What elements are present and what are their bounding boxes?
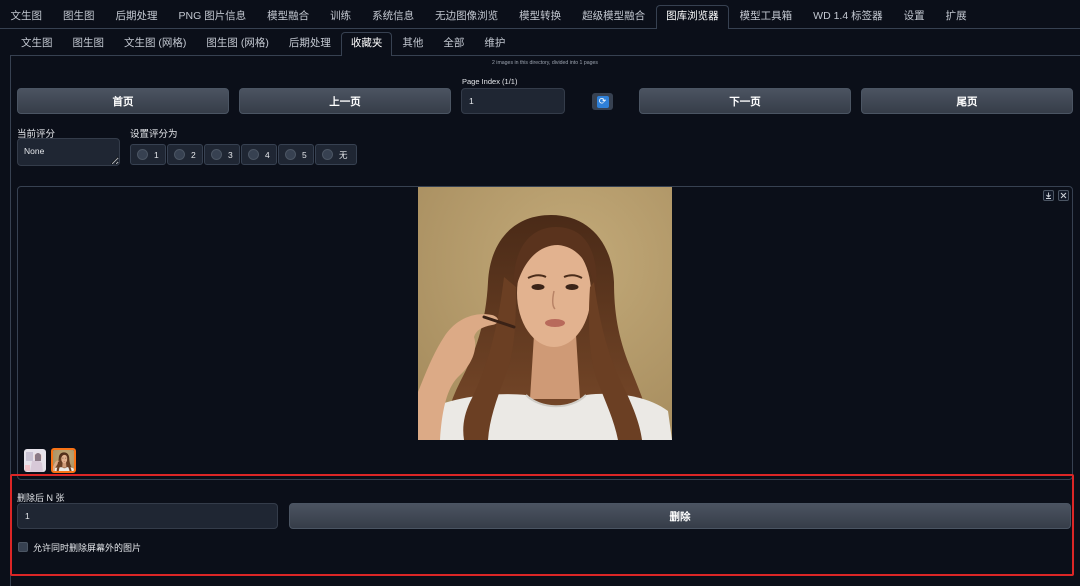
- close-icon: [1060, 192, 1067, 199]
- rating-option-label: 2: [191, 149, 196, 160]
- panel-left-border: [10, 55, 11, 586]
- radio-circle[interactable]: [174, 149, 185, 160]
- gallery-tab-all[interactable]: 全部: [433, 32, 474, 56]
- next-page-button[interactable]: 下一页: [639, 88, 851, 114]
- top-tab-checkpoint-merger[interactable]: 模型融合: [257, 5, 320, 29]
- rating-option-none[interactable]: 无: [315, 144, 357, 165]
- thumbnail-image: [53, 450, 74, 471]
- gallery-tab-extras[interactable]: 后期处理: [279, 32, 341, 56]
- top-tab-supermerger[interactable]: 超级模型融合: [572, 5, 656, 29]
- delete-count-input[interactable]: [17, 503, 278, 529]
- last-page-button[interactable]: 尾页: [861, 88, 1073, 114]
- rating-option-2[interactable]: 2: [167, 144, 203, 165]
- top-tab-img2img[interactable]: 图生图: [53, 5, 106, 29]
- rating-option-label: 无: [339, 149, 348, 160]
- current-rating-field[interactable]: None: [17, 138, 120, 166]
- rating-option-label: 5: [302, 149, 307, 160]
- radio-circle[interactable]: [248, 149, 259, 160]
- radio-circle[interactable]: [137, 149, 148, 160]
- top-tab-bar: 文生图 图生图 后期处理 PNG 图片信息 模型融合 训练 系统信息 无边图像浏…: [0, 5, 977, 29]
- radio-circle[interactable]: [211, 149, 222, 160]
- rating-option-1[interactable]: 1: [130, 144, 166, 165]
- refresh-icon: ⟳: [596, 95, 609, 108]
- top-tab-extensions[interactable]: 扩展: [935, 5, 977, 29]
- gallery-main-image[interactable]: [418, 187, 672, 440]
- gallery-thumbnail[interactable]: [24, 449, 46, 472]
- top-tab-system-info[interactable]: 系统信息: [362, 5, 425, 29]
- rating-option-label: 3: [228, 149, 233, 160]
- thumbnail-image: [24, 449, 46, 472]
- gallery-tab-txt2img[interactable]: 文生图: [11, 32, 63, 56]
- top-tab-model-converter[interactable]: 模型转换: [509, 5, 572, 29]
- first-page-button[interactable]: 首页: [17, 88, 229, 114]
- rating-option-5[interactable]: 5: [278, 144, 314, 165]
- offscreen-delete-label[interactable]: 允许同时删除屏幕外的图片: [33, 541, 141, 554]
- gallery-tab-favorites[interactable]: 收藏夹: [340, 32, 393, 56]
- rating-option-3[interactable]: 3: [204, 144, 240, 165]
- gallery-thumbnail[interactable]: [51, 448, 76, 473]
- radio-circle[interactable]: [322, 149, 333, 160]
- rating-option-4[interactable]: 4: [241, 144, 277, 165]
- page-index-input[interactable]: [461, 88, 565, 114]
- rating-option-label: 4: [265, 149, 270, 160]
- close-preview-button[interactable]: [1058, 190, 1069, 201]
- gallery-tab-img2img[interactable]: 图生图: [63, 32, 115, 56]
- top-tab-wd14-tagger[interactable]: WD 1.4 标签器: [803, 5, 893, 29]
- top-tab-model-toolkit[interactable]: 模型工具箱: [729, 5, 803, 29]
- gallery-tab-maintenance[interactable]: 维护: [474, 32, 515, 56]
- gallery-tab-bar: 文生图 图生图 文生图 (网格) 图生图 (网格) 后期处理 收藏夹 其他 全部…: [11, 32, 515, 56]
- top-tab-image-browser[interactable]: 图库浏览器: [655, 5, 730, 29]
- gallery-tab-others[interactable]: 其他: [392, 32, 433, 56]
- rating-radio-group: 1 2 3 4 5 无: [130, 144, 357, 165]
- radio-circle[interactable]: [285, 149, 296, 160]
- top-tab-png-info[interactable]: PNG 图片信息: [168, 5, 257, 29]
- top-tab-infinite-image-browsing[interactable]: 无边图像浏览: [425, 5, 509, 29]
- rating-option-label: 1: [154, 149, 159, 160]
- page-index-label: Page Index (1/1): [462, 77, 518, 86]
- prev-page-button[interactable]: 上一页: [239, 88, 451, 114]
- top-tab-settings[interactable]: 设置: [893, 5, 935, 29]
- set-rating-label: 设置评分为: [130, 129, 178, 140]
- top-tab-txt2img[interactable]: 文生图: [0, 5, 53, 29]
- offscreen-delete-checkbox[interactable]: [18, 542, 28, 552]
- top-tab-train[interactable]: 训练: [320, 5, 362, 29]
- delete-button[interactable]: 删除: [289, 503, 1071, 529]
- gallery-tab-img2img-grids[interactable]: 图生图 (网格): [196, 32, 278, 56]
- download-button[interactable]: [1043, 190, 1054, 201]
- download-icon: [1046, 192, 1051, 199]
- directory-info: 2 images in this directory, divided into…: [491, 60, 599, 66]
- refresh-button[interactable]: ⟳: [592, 93, 613, 110]
- gallery-tab-txt2img-grids[interactable]: 文生图 (网格): [114, 32, 196, 56]
- top-tab-extras[interactable]: 后期处理: [105, 5, 168, 29]
